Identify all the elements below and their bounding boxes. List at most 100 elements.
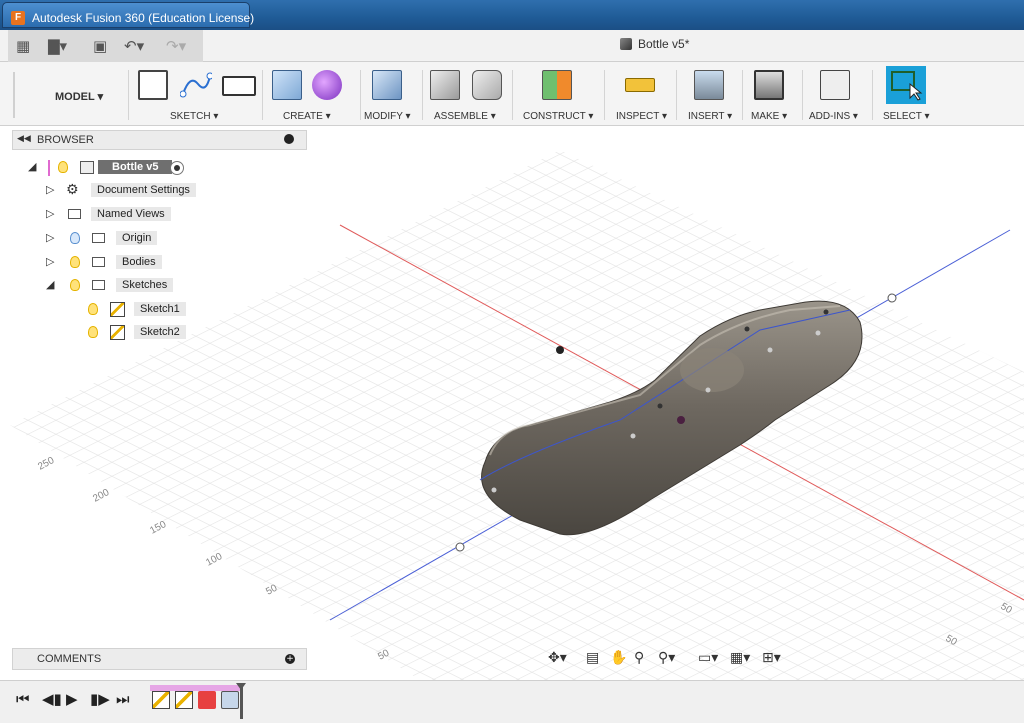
- sketch-point[interactable]: [823, 309, 829, 315]
- timeline-feature-icon[interactable]: [221, 691, 239, 709]
- step-back-icon[interactable]: ◀▮: [42, 690, 62, 708]
- select-icon[interactable]: [886, 66, 926, 104]
- timeline-sketch1-icon[interactable]: [152, 691, 170, 709]
- axis-end-point[interactable]: [887, 293, 897, 303]
- ribbon-separator: [872, 70, 873, 120]
- joint-icon[interactable]: [472, 70, 502, 100]
- grid-settings-icon[interactable]: ▦▾: [730, 650, 750, 666]
- expanded-triangle-icon[interactable]: ◢: [46, 278, 54, 291]
- press-pull-icon[interactable]: [372, 70, 402, 100]
- pan-icon[interactable]: ✋: [610, 650, 627, 666]
- construct-menu[interactable]: CONSTRUCT ▾: [523, 111, 593, 122]
- collapsed-triangle-icon[interactable]: ▷: [46, 255, 54, 268]
- new-component-icon[interactable]: [430, 70, 460, 100]
- file-icon[interactable]: ▇▾: [48, 37, 67, 55]
- measure-icon[interactable]: [625, 78, 655, 92]
- visibility-bulb-icon[interactable]: [88, 326, 98, 338]
- visibility-bulb-icon[interactable]: [70, 232, 80, 244]
- browser-node-bodies[interactable]: ▷ Bodies: [46, 253, 166, 273]
- browser-minimize-icon[interactable]: [284, 134, 294, 144]
- insert-menu[interactable]: INSERT ▾: [688, 111, 732, 122]
- browser-node-document-settings[interactable]: ▷ ⚙ Document Settings: [46, 181, 206, 201]
- sketch-point[interactable]: [705, 387, 711, 393]
- step-forward-icon[interactable]: ▮▶: [90, 690, 110, 708]
- quick-access-bar: ▦ ▇▾ ▣ ↶▾ ↷▾: [0, 30, 1024, 62]
- fit-icon[interactable]: ⚲▾: [658, 650, 675, 666]
- browser-node-origin[interactable]: ▷ Origin: [46, 229, 166, 249]
- viewports-icon[interactable]: ⊞▾: [762, 650, 781, 666]
- play-icon[interactable]: ▶: [66, 690, 78, 708]
- zoom-icon[interactable]: ⚲: [634, 650, 644, 666]
- browser-node-sketch1[interactable]: Sketch1: [86, 300, 191, 320]
- sketch-menu[interactable]: SKETCH ▾: [170, 111, 218, 122]
- display-settings-icon[interactable]: ▭▾: [698, 650, 718, 666]
- folder-icon: [68, 209, 81, 219]
- gear-icon: ⚙: [66, 182, 79, 198]
- inspect-menu[interactable]: INSPECT ▾: [616, 111, 667, 122]
- fusion-window: F Autodesk Fusion 360 (Education License…: [0, 0, 1024, 723]
- window-tab[interactable]: F Autodesk Fusion 360 (Education License…: [2, 2, 254, 28]
- visibility-bulb-icon[interactable]: [70, 279, 80, 291]
- folder-icon: [92, 257, 105, 267]
- go-to-end-icon[interactable]: ⏭: [116, 690, 130, 708]
- look-at-icon[interactable]: ▤: [586, 650, 599, 666]
- sketch-point[interactable]: [657, 403, 663, 409]
- collapsed-triangle-icon[interactable]: ▷: [46, 183, 54, 196]
- expanded-triangle-icon[interactable]: ◢: [28, 160, 36, 173]
- make-menu[interactable]: MAKE ▾: [751, 111, 787, 122]
- go-to-start-icon[interactable]: ⏮: [16, 690, 30, 708]
- sketch-point[interactable]: [815, 330, 821, 336]
- collapse-browser-icon[interactable]: ◀◀: [17, 134, 31, 144]
- scripts-addins-icon[interactable]: [820, 70, 850, 100]
- extrude-icon[interactable]: [272, 70, 302, 100]
- browser-header[interactable]: ◀◀ BROWSER: [12, 130, 307, 150]
- visibility-bulb-icon[interactable]: [58, 161, 68, 173]
- browser-node-sketch2[interactable]: Sketch2: [86, 323, 191, 343]
- add-comment-icon[interactable]: +: [285, 654, 295, 664]
- visibility-bulb-icon[interactable]: [70, 256, 80, 268]
- assemble-menu[interactable]: ASSEMBLE ▾: [434, 111, 496, 122]
- browser-node-named-views[interactable]: ▷ Named Views: [46, 205, 176, 225]
- ribbon-separator: [262, 70, 263, 120]
- create-menu[interactable]: CREATE ▾: [283, 111, 331, 122]
- node-label: Sketch1: [134, 302, 186, 316]
- addins-menu[interactable]: ADD-INS ▾: [809, 111, 858, 122]
- activate-radio-icon[interactable]: [170, 161, 184, 175]
- collapsed-triangle-icon[interactable]: ▷: [46, 231, 54, 244]
- visibility-bulb-icon[interactable]: [88, 303, 98, 315]
- insert-image-icon[interactable]: [694, 70, 724, 100]
- sketch-point[interactable]: [767, 347, 773, 353]
- origin-point[interactable]: [556, 346, 564, 354]
- browser-node-sketches[interactable]: ◢ Sketches: [46, 276, 181, 296]
- redo-icon[interactable]: ↷▾: [166, 37, 186, 55]
- orbit-icon[interactable]: ✥▾: [548, 650, 567, 666]
- axis-end-point[interactable]: [455, 542, 465, 552]
- 3d-print-icon[interactable]: [754, 70, 784, 100]
- form-icon[interactable]: [312, 70, 342, 100]
- sketch-point[interactable]: [491, 487, 497, 493]
- browser-root-node[interactable]: ◢ Bottle v5: [28, 158, 208, 178]
- save-icon[interactable]: ▣: [93, 37, 107, 55]
- offset-plane-icon[interactable]: [542, 70, 572, 100]
- sketch-point[interactable]: [744, 326, 750, 332]
- collapsed-triangle-icon[interactable]: ▷: [46, 207, 54, 220]
- spline-icon[interactable]: [179, 70, 214, 100]
- timeline: ⏮ ◀▮ ▶ ▮▶ ⏭: [0, 680, 1024, 723]
- grid-icon[interactable]: ▦: [16, 37, 30, 55]
- comments-panel[interactable]: COMMENTS +: [12, 648, 307, 670]
- document-tab[interactable]: Bottle v5*: [620, 37, 689, 57]
- select-menu[interactable]: SELECT ▾: [883, 111, 930, 122]
- comments-title: COMMENTS: [37, 653, 102, 665]
- timeline-revolve-icon[interactable]: [198, 691, 216, 709]
- timeline-sketch2-icon[interactable]: [175, 691, 193, 709]
- create-sketch-icon[interactable]: [138, 70, 168, 100]
- grid-label: 200: [91, 487, 111, 505]
- ribbon-separator: [422, 70, 423, 120]
- rectangle-icon[interactable]: [222, 76, 256, 96]
- undo-icon[interactable]: ↶▾: [124, 37, 144, 55]
- timeline-marker[interactable]: [236, 683, 246, 719]
- sketch-point[interactable]: [630, 433, 636, 439]
- modify-menu[interactable]: MODIFY ▾: [364, 111, 411, 122]
- center-point[interactable]: [677, 416, 685, 424]
- workspace-switcher[interactable]: MODEL ▾: [13, 72, 125, 118]
